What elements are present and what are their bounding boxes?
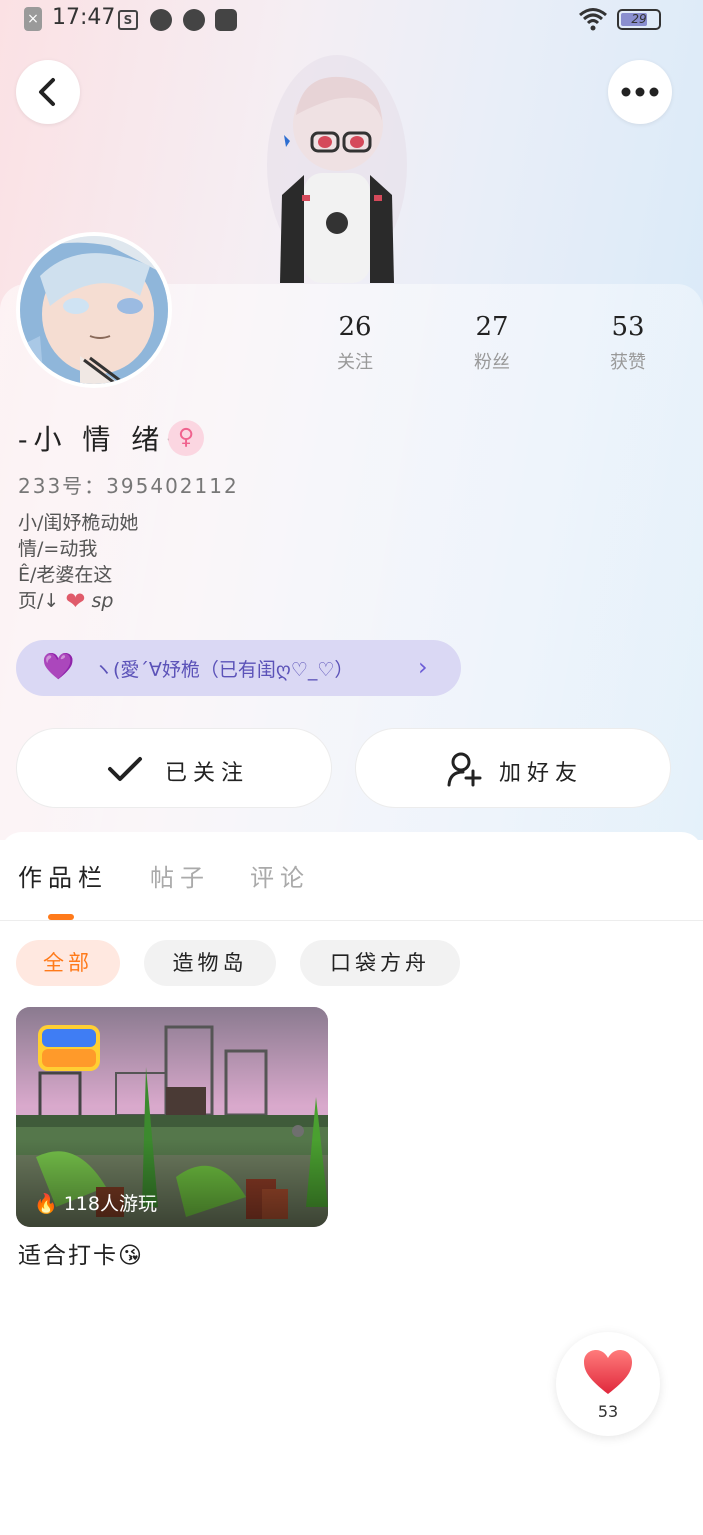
bio-tail: sp [91, 590, 114, 612]
stat-likes-label: 获赞 [610, 352, 646, 373]
chip-all[interactable]: 全部 [16, 940, 120, 986]
battery-icon: 29 [617, 9, 661, 30]
add-friend-button[interactable]: 加好友 [355, 728, 671, 808]
bio-line: 情/=动我 [18, 538, 98, 560]
status-time: 17:47 [52, 5, 116, 30]
stat-fans-value: 27 [475, 312, 509, 342]
relationship-tag-text: ヽ(愛´∀妤桅（已有闺ღ♡_♡） [94, 659, 354, 681]
bio-line: 小/闺妤桅动她 [18, 512, 139, 534]
speed-icon [150, 9, 172, 31]
avatar[interactable] [16, 232, 172, 388]
double-heart-icon: 💜 [42, 652, 75, 682]
back-button[interactable] [16, 60, 80, 124]
heart-icon: ❤ [65, 587, 86, 615]
chevron-right-icon: › [418, 653, 428, 681]
tab-works[interactable]: 作品栏 [18, 858, 108, 893]
notification-close-icon: × [24, 7, 42, 31]
wifi-icon [579, 8, 607, 31]
chip-creation-island[interactable]: 造物岛 [144, 940, 276, 986]
flame-icon: 🔥 [34, 1193, 58, 1215]
user-id: 233号：395402112 [18, 474, 239, 498]
avatar-image [20, 236, 168, 384]
relationship-tag[interactable]: 💜 ヽ(愛´∀妤桅（已有闺ღ♡_♡） › [16, 640, 461, 696]
username: -小 情 绪· [18, 423, 181, 456]
female-icon: ♀ [168, 420, 204, 456]
stat-fans-label: 粉丝 [474, 352, 510, 373]
more-dots-icon [621, 87, 659, 97]
tab-posts[interactable]: 帖子 [150, 858, 210, 893]
add-friend-button-label: 加好友 [499, 761, 584, 786]
chip-pocket-ark[interactable]: 口袋方舟 [300, 940, 460, 986]
screenshot-icon: S [118, 10, 138, 30]
game-card[interactable]: 🔥 118人游玩 [16, 1007, 328, 1227]
more-button[interactable] [608, 60, 672, 124]
check-icon [183, 9, 205, 31]
bio-line: 页/↓ [18, 590, 60, 612]
battery-level: 29 [631, 12, 647, 26]
stat-likes-value: 53 [611, 312, 645, 342]
stat-following-label: 关注 [337, 352, 373, 373]
stat-following[interactable]: 26 关注 [305, 312, 405, 374]
chevron-left-icon [39, 78, 55, 106]
like-button[interactable]: 53 [556, 1332, 660, 1436]
bio-line: Ê/老婆在这 [18, 564, 113, 586]
followed-button-label: 已关注 [165, 761, 250, 786]
game-logo-icon [38, 1025, 100, 1071]
stat-likes[interactable]: 53 获赞 [578, 312, 678, 374]
like-count: 53 [597, 1402, 619, 1421]
followed-button[interactable]: 已关注 [16, 728, 332, 808]
stat-following-value: 26 [338, 312, 372, 342]
add-user-icon [447, 752, 482, 787]
check-icon [108, 757, 142, 781]
app-icon [215, 9, 237, 31]
bio: 小/闺妤桅动她 情/=动我 Ê/老婆在这 页/↓ ❤ sp [18, 510, 138, 614]
game-title: 适合打卡😘 [18, 1243, 144, 1269]
character-figure [267, 55, 407, 283]
status-bar: × 17:47 S 29 [0, 0, 703, 40]
bio-line-last: 页/↓ ❤ sp [18, 588, 138, 614]
game-plays: 🔥 118人游玩 [34, 1189, 157, 1216]
game-plays-text: 118人游玩 [63, 1193, 157, 1215]
stat-fans[interactable]: 27 粉丝 [442, 312, 542, 374]
tab-comments[interactable]: 评论 [250, 858, 310, 893]
divider [0, 920, 703, 921]
heart-icon [584, 1350, 632, 1394]
